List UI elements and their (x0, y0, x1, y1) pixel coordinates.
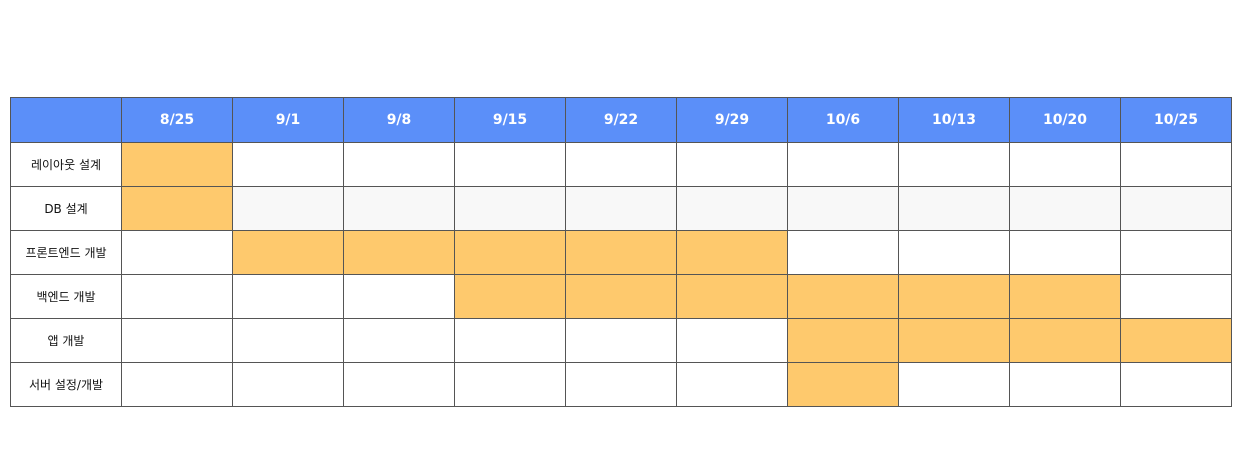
schedule-bar-cell (343, 230, 455, 275)
task-row: 서버 설정/개발 (10, 362, 1232, 407)
schedule-cell (121, 230, 233, 275)
week-header-row: 8/25 9/1 9/8 9/15 9/22 9/29 10/6 10/13 1… (10, 97, 1232, 143)
schedule-cell (343, 318, 455, 363)
schedule-cell (232, 362, 344, 407)
schedule-cell (232, 142, 344, 187)
schedule-cell (343, 362, 455, 407)
schedule-cell (1120, 230, 1232, 275)
schedule-cell (565, 362, 677, 407)
week-header-cell: 8/25 (121, 97, 233, 143)
schedule-cell (343, 186, 455, 231)
schedule-cell (676, 186, 788, 231)
schedule-cell (232, 318, 344, 363)
task-label: 백엔드 개발 (10, 274, 122, 319)
schedule-cell (1009, 142, 1121, 187)
week-header-cell: 10/25 (1120, 97, 1232, 143)
schedule-cell (676, 142, 788, 187)
schedule-bar-cell (565, 230, 677, 275)
schedule-cell (454, 186, 566, 231)
schedule-cell (1120, 274, 1232, 319)
schedule-bar-cell (454, 274, 566, 319)
schedule-cell (676, 362, 788, 407)
schedule-cell (1120, 362, 1232, 407)
schedule-cell (787, 230, 899, 275)
week-header-cell: 10/13 (898, 97, 1010, 143)
schedule-cell (343, 142, 455, 187)
schedule-cell (1120, 186, 1232, 231)
schedule-cell (565, 186, 677, 231)
schedule-bar-cell (676, 230, 788, 275)
schedule-cell (232, 274, 344, 319)
schedule-bar-cell (232, 230, 344, 275)
schedule-cell (454, 318, 566, 363)
task-row: 레이아웃 설계 (10, 142, 1232, 187)
schedule-cell (343, 274, 455, 319)
task-label: 서버 설정/개발 (10, 362, 122, 407)
task-label: 앱 개발 (10, 318, 122, 363)
schedule-cell (121, 274, 233, 319)
schedule-cell (454, 142, 566, 187)
schedule-bar-cell (454, 230, 566, 275)
task-label: 레이아웃 설계 (10, 142, 122, 187)
task-label: DB 설계 (10, 186, 122, 231)
schedule-cell (898, 142, 1010, 187)
task-label: 프론트엔드 개발 (10, 230, 122, 275)
schedule-cell (676, 318, 788, 363)
schedule-cell (1120, 142, 1232, 187)
schedule-cell (121, 318, 233, 363)
week-header-cell: 10/20 (1009, 97, 1121, 143)
schedule-bar-cell (787, 362, 899, 407)
task-rows: 레이아웃 설계 DB 설계 프론트엔드 개발 백엔드 개발 앱 개발 서버 설정… (10, 142, 1232, 407)
schedule-cell (787, 142, 899, 187)
schedule-bar-cell (898, 274, 1010, 319)
schedule-bar-cell (898, 318, 1010, 363)
header-corner-cell (10, 97, 122, 143)
task-row: 프론트엔드 개발 (10, 230, 1232, 275)
schedule-cell (898, 230, 1010, 275)
schedule-cell (898, 186, 1010, 231)
week-header-cell: 9/15 (454, 97, 566, 143)
task-row: 백엔드 개발 (10, 274, 1232, 319)
task-row: DB 설계 (10, 186, 1232, 231)
week-header-cell: 9/22 (565, 97, 677, 143)
schedule-bar-cell (787, 274, 899, 319)
week-header-cell: 10/6 (787, 97, 899, 143)
schedule-bar-cell (121, 186, 233, 231)
gantt-schedule-table: 8/25 9/1 9/8 9/15 9/22 9/29 10/6 10/13 1… (10, 97, 1232, 407)
schedule-cell (565, 142, 677, 187)
schedule-cell (1009, 362, 1121, 407)
schedule-bar-cell (1009, 274, 1121, 319)
schedule-cell (565, 318, 677, 363)
schedule-bar-cell (1009, 318, 1121, 363)
schedule-cell (1009, 186, 1121, 231)
schedule-bar-cell (787, 318, 899, 363)
schedule-cell (454, 362, 566, 407)
schedule-cell (787, 186, 899, 231)
schedule-cell (898, 362, 1010, 407)
schedule-bar-cell (1120, 318, 1232, 363)
schedule-cell (1009, 230, 1121, 275)
schedule-cell (232, 186, 344, 231)
schedule-bar-cell (121, 142, 233, 187)
schedule-bar-cell (676, 274, 788, 319)
schedule-bar-cell (565, 274, 677, 319)
week-header-cell: 9/29 (676, 97, 788, 143)
task-row: 앱 개발 (10, 318, 1232, 363)
schedule-cell (121, 362, 233, 407)
week-header-cell: 9/1 (232, 97, 344, 143)
week-header-cell: 9/8 (343, 97, 455, 143)
